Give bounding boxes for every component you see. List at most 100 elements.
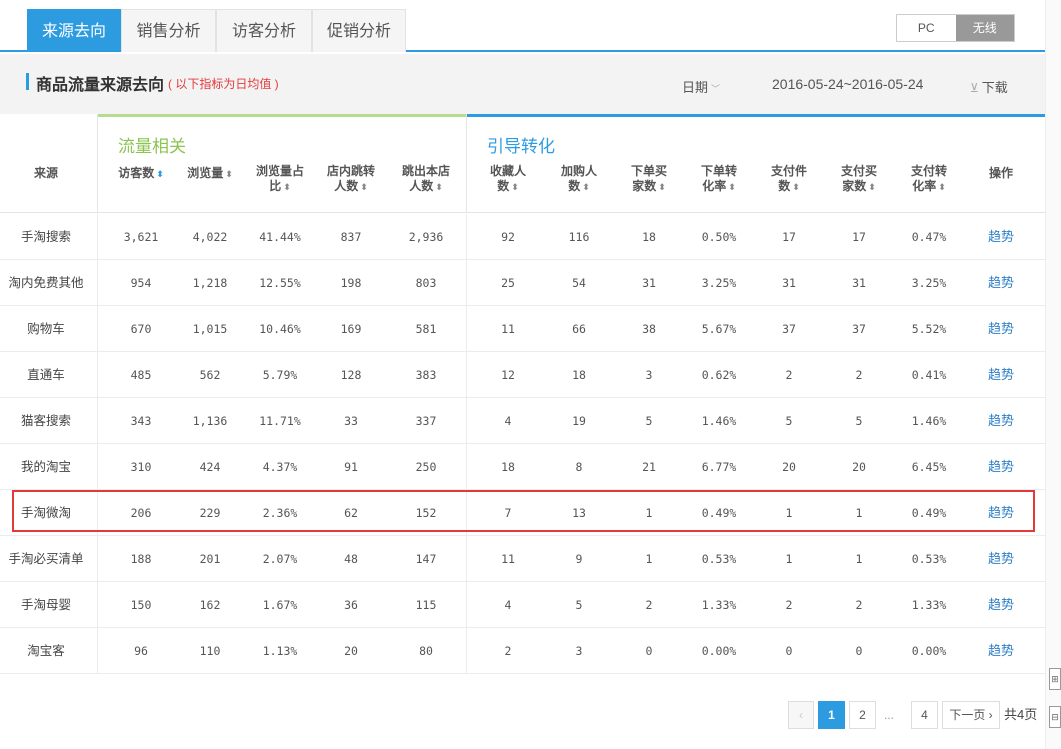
table-row: 手淘必买清单 188 201 2.07% 48 147 11 9 1 0.53% 1 1 0.53% 趋势 — [0, 536, 1045, 582]
trend-link[interactable]: 趋势 — [964, 582, 1038, 628]
sort-icon[interactable]: ⬍ — [360, 182, 368, 192]
column-header[interactable]: 访客数 ⬍ — [98, 166, 184, 181]
trend-link[interactable]: 趋势 — [964, 628, 1038, 674]
column-header-label: 支付转 — [910, 164, 947, 178]
table-cell: 11 — [501, 322, 515, 336]
column-header[interactable]: 浏览量占比 ⬍ — [244, 164, 316, 194]
tab-visitor-analysis[interactable]: 访客分析 — [216, 9, 312, 52]
table-cell: 21 — [642, 460, 656, 474]
column-header-label: 化率 — [702, 179, 727, 193]
pc-toggle-button[interactable]: PC — [897, 15, 956, 41]
prev-page-button[interactable]: ‹ — [788, 701, 814, 729]
column-header[interactable]: 支付件数 ⬍ — [754, 164, 824, 194]
table-cell: 54 — [572, 276, 586, 290]
table-row: 我的淘宝 310 424 4.37% 91 250 18 8 21 6.77% 20 20 6.45% 趋… — [0, 444, 1045, 490]
table-cell: 37 — [782, 322, 796, 336]
page-4-button[interactable]: 4 — [911, 701, 938, 729]
column-header[interactable]: 支付买 家数 ⬍ — [824, 164, 894, 194]
sort-icon[interactable]: ⬍ — [582, 182, 590, 192]
sort-icon[interactable]: ⬍ — [435, 182, 443, 192]
side-tool-icon[interactable]: ⊟ — [1049, 706, 1061, 728]
table-cell: 0.00% — [911, 644, 947, 658]
table-cell: 11.71% — [259, 414, 301, 428]
trend-link[interactable]: 趋势 — [964, 352, 1038, 398]
column-header-label: 化率 — [912, 179, 937, 193]
column-header[interactable]: 加购人数 ⬍ — [544, 164, 614, 194]
tab-sales-analysis[interactable]: 销售分析 — [121, 9, 216, 52]
sort-icon[interactable]: ⬍ — [225, 169, 233, 179]
source-name-cell: 手淘必买清单 — [8, 552, 84, 566]
table-cell: 8 — [575, 460, 583, 474]
trend-link[interactable]: 趋势 — [964, 214, 1038, 260]
table-cell: 5.67% — [701, 322, 737, 336]
download-icon: ⊻ — [970, 81, 979, 95]
table-cell: 1.33% — [911, 598, 947, 612]
next-page-button[interactable]: 下一页 › — [942, 701, 1000, 729]
table-cell: 337 — [415, 414, 437, 428]
sort-icon[interactable]: ⬍ — [728, 182, 736, 192]
traffic-group-title: 流量相关 — [118, 137, 186, 156]
table-cell: 20 — [344, 644, 358, 658]
trend-link[interactable]: 趋势 — [964, 306, 1038, 352]
table-cell: 1 — [785, 552, 793, 566]
table-cell: 2,936 — [408, 230, 444, 244]
table-cell: 5.52% — [911, 322, 947, 336]
scrollbar[interactable] — [1045, 0, 1061, 749]
table-cell: 91 — [344, 460, 358, 474]
table-cell: 383 — [415, 368, 437, 382]
date-dropdown[interactable]: 日期 ﹀ — [682, 77, 720, 96]
trend-link[interactable]: 趋势 — [964, 398, 1038, 444]
column-header[interactable]: 店内跳转 人数 ⬍ — [316, 164, 386, 194]
table-cell: 4 — [504, 598, 512, 612]
table-cell: 0.41% — [911, 368, 947, 382]
traffic-group-bar — [98, 114, 466, 117]
sort-icon[interactable]: ⬍ — [511, 182, 519, 192]
table-cell: 2.07% — [262, 552, 298, 566]
column-header[interactable]: 支付转 化率 ⬍ — [894, 164, 964, 194]
tab-bar: 来源去向 销售分析 访客分析 促销分析 PC 无线 — [0, 0, 1045, 52]
table-cell: 128 — [340, 368, 362, 382]
column-header[interactable]: 浏览量 ⬍ — [178, 166, 242, 181]
table-cell: 581 — [415, 322, 437, 336]
table-cell: 4 — [504, 414, 512, 428]
column-header[interactable]: 下单买 家数 ⬍ — [614, 164, 684, 194]
page-1-button[interactable]: 1 — [818, 701, 845, 729]
tab-promotion-analysis[interactable]: 促销分析 — [312, 9, 406, 52]
trend-link[interactable]: 趋势 — [964, 444, 1038, 490]
table-cell: 36 — [344, 598, 358, 612]
source-name-cell: 淘宝客 — [27, 644, 65, 658]
highlight-box — [12, 490, 1035, 532]
table-cell: 0.53% — [911, 552, 947, 566]
sort-icon[interactable]: ⬍ — [792, 182, 800, 192]
table-cell: 1 — [855, 552, 863, 566]
tab-source-destination[interactable]: 来源去向 — [27, 9, 121, 52]
page-2-button[interactable]: 2 — [849, 701, 876, 729]
column-header[interactable]: 收藏人数 ⬍ — [466, 164, 550, 194]
wireless-toggle-button[interactable]: 无线 — [955, 15, 1014, 41]
table-cell: 115 — [415, 598, 437, 612]
sort-icon[interactable]: ⬍ — [156, 169, 164, 179]
page-ellipsis: ... — [884, 708, 895, 722]
table-cell: 188 — [130, 552, 152, 566]
sort-icon[interactable]: ⬍ — [658, 182, 666, 192]
sort-icon[interactable]: ⬍ — [283, 182, 291, 192]
table-cell: 5.79% — [262, 368, 298, 382]
table-cell: 31 — [642, 276, 656, 290]
column-header[interactable]: 下单转 化率 ⬍ — [684, 164, 754, 194]
download-button[interactable]: ⊻ 下载 — [970, 77, 1008, 96]
sort-icon[interactable]: ⬍ — [868, 182, 876, 192]
trend-link[interactable]: 趋势 — [964, 260, 1038, 306]
table-cell: 954 — [130, 276, 152, 290]
table-cell: 19 — [572, 414, 586, 428]
side-tool-icon[interactable]: ⊞ — [1049, 668, 1061, 690]
table-cell: 110 — [199, 644, 221, 658]
table-cell: 150 — [130, 598, 152, 612]
column-header[interactable]: 跳出本店 人数 ⬍ — [386, 164, 466, 194]
column-header-label: 浏览量占 — [255, 164, 304, 178]
column-header-label: 数 — [568, 179, 581, 193]
trend-link[interactable]: 趋势 — [964, 536, 1038, 582]
table-cell: 6.45% — [911, 460, 947, 474]
sort-icon[interactable]: ⬍ — [938, 182, 946, 192]
column-header-label: 跳出本店 — [401, 164, 450, 178]
table-cell: 424 — [199, 460, 221, 474]
